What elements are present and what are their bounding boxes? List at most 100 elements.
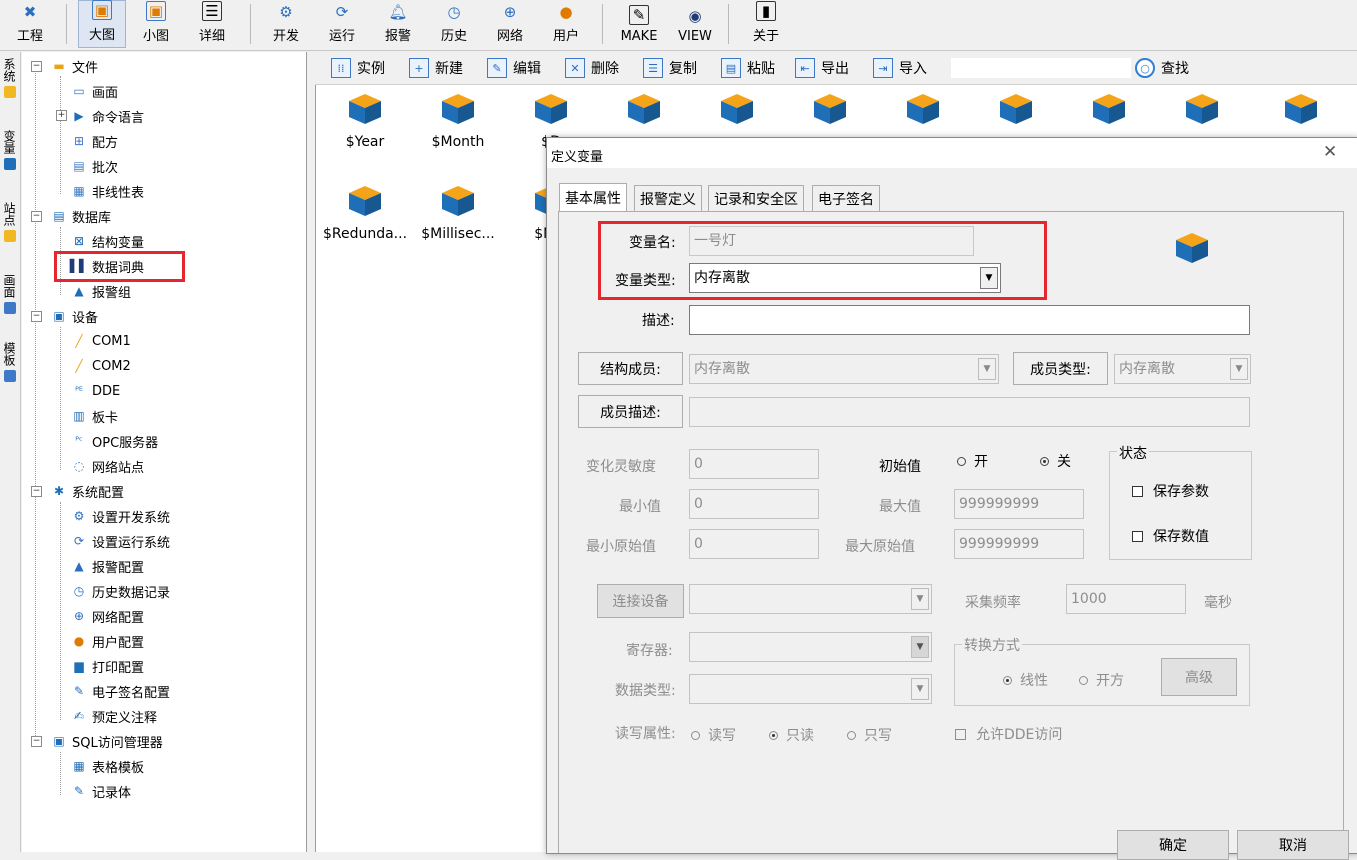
tree-item-struct-var[interactable]: ⊠ 结构变量 <box>70 230 144 252</box>
make-button[interactable]: ✎ MAKE <box>614 0 664 48</box>
vtab-station[interactable]: 站点 <box>1 202 18 272</box>
variable-item[interactable] <box>599 92 689 126</box>
history-button[interactable]: ◷ 历史 <box>432 0 476 48</box>
about-button[interactable]: ▮ 关于 <box>744 0 788 48</box>
device-select[interactable]: ▼ <box>689 584 932 614</box>
rw-readonly-radio[interactable]: 只读 <box>769 725 814 745</box>
allow-dde-checkbox[interactable]: 允许DDE访问 <box>955 724 1062 744</box>
tree-item-recipe[interactable]: ⊞ 配方 <box>70 130 118 152</box>
tree-item-net-station[interactable]: ◌ 网络站点 <box>70 455 144 477</box>
tab-record-security[interactable]: 记录和安全区 <box>708 185 804 211</box>
collapse-device[interactable]: − <box>31 311 42 322</box>
register-select[interactable]: ▼ <box>689 632 932 662</box>
tree-item-record[interactable]: ✎ 记录体 <box>70 780 131 802</box>
tree-sql[interactable]: ▣ SQL访问管理器 <box>50 730 162 752</box>
variable-redundant[interactable]: $Redunda... <box>320 184 410 242</box>
save-value-checkbox[interactable]: 保存数值 <box>1132 526 1209 546</box>
rw-readwrite-radio[interactable]: 读写 <box>691 725 736 745</box>
connect-device-button[interactable]: 连接设备 <box>597 584 684 618</box>
paste-button[interactable]: ▤ 粘贴 <box>721 56 775 80</box>
view-button[interactable]: ◉ VIEW <box>672 0 718 48</box>
tree-item-network-config[interactable]: ⊕ 网络配置 <box>70 605 144 627</box>
collapse-database[interactable]: − <box>31 211 42 222</box>
tree-item-batch[interactable]: ▤ 批次 <box>70 155 118 177</box>
collapse-sysconfig[interactable]: − <box>31 486 42 497</box>
tree-item-nonlinear[interactable]: ▦ 非线性表 <box>70 180 144 202</box>
new-button[interactable]: + 新建 <box>409 56 463 80</box>
tree-sysconfig[interactable]: ✱ 系统配置 <box>50 480 124 502</box>
tree-item-screen[interactable]: ▭ 画面 <box>70 80 118 102</box>
rw-writeonly-radio[interactable]: 只写 <box>847 725 892 745</box>
tree-item-alarm-config[interactable]: ▲ 报警配置 <box>70 555 144 577</box>
tab-alarm[interactable]: 报警定义 <box>634 185 702 211</box>
collapse-sql[interactable]: − <box>31 736 42 747</box>
alarm-button[interactable]: 🔔︎ 报警 <box>376 0 420 48</box>
variable-item[interactable] <box>785 92 875 126</box>
tree-item-history-record[interactable]: ◷ 历史数据记录 <box>70 580 170 602</box>
tree-item-print-config[interactable]: ▆ 打印配置 <box>70 655 144 677</box>
tree-item-com2[interactable]: ╱ COM2 <box>70 355 130 377</box>
network-button[interactable]: ⊕ 网络 <box>488 0 532 48</box>
tree-item-opc[interactable]: ᴾᶜ OPC服务器 <box>70 430 158 452</box>
copy-button[interactable]: ☰ 复制 <box>643 56 697 80</box>
variable-item[interactable] <box>971 92 1061 126</box>
project-button[interactable]: ✖ 工程 <box>10 0 50 48</box>
tree-item-predefined-notes[interactable]: ✍ 预定义注释 <box>70 705 157 727</box>
linear-radio[interactable]: 线性 <box>1003 670 1048 690</box>
struct-member-select[interactable]: 内存离散 ▼ <box>689 354 999 384</box>
vtab-screen[interactable]: 画面 <box>1 274 18 338</box>
vtab-system[interactable]: 系统 <box>1 58 18 128</box>
variable-item[interactable] <box>1256 92 1346 126</box>
close-icon[interactable]: ✕ <box>1323 142 1337 162</box>
import-button[interactable]: ⇥ 导入 <box>873 56 927 80</box>
member-type-select[interactable]: 内存离散 ▼ <box>1114 354 1251 384</box>
tree-item-dde[interactable]: ᴾᴱ DDE <box>70 380 120 402</box>
tree-item-board[interactable]: ▥ 板卡 <box>70 405 118 427</box>
variable-item[interactable] <box>1064 92 1154 126</box>
initial-off-radio[interactable]: 关 <box>1040 451 1071 471</box>
tree-item-user-config[interactable]: ● 用户配置 <box>70 630 144 652</box>
sqrt-radio[interactable]: 开方 <box>1079 670 1124 690</box>
cancel-button[interactable]: 取消 <box>1237 830 1349 860</box>
save-param-checkbox[interactable]: 保存参数 <box>1132 481 1209 501</box>
data-type-select[interactable]: ▼ <box>689 674 932 704</box>
develop-button[interactable]: ⚙ 开发 <box>264 0 308 48</box>
user-button[interactable]: ● 用户 <box>544 0 588 48</box>
collapse-file[interactable]: − <box>31 61 42 72</box>
run-button[interactable]: ⟳ 运行 <box>320 0 364 48</box>
edit-button[interactable]: ✎ 编辑 <box>487 56 541 80</box>
tree-item-run-config[interactable]: ⟳ 设置运行系统 <box>70 530 170 552</box>
tree-item-esign-config[interactable]: ✎ 电子签名配置 <box>70 680 170 702</box>
large-icon-button[interactable]: ▣ 大图 <box>78 0 126 48</box>
instance-button[interactable]: ⁞⁞ 实例 <box>331 56 385 80</box>
detail-button[interactable]: ☰ 详细 <box>192 0 232 48</box>
ok-button[interactable]: 确定 <box>1117 830 1229 860</box>
variable-item[interactable] <box>692 92 782 126</box>
search-input[interactable] <box>951 58 1131 78</box>
vtab-variable[interactable]: 变量 <box>1 130 18 200</box>
tree-device[interactable]: ▣ 设备 <box>50 305 98 327</box>
delete-button[interactable]: ✕ 删除 <box>565 56 619 80</box>
tab-esign[interactable]: 电子签名 <box>812 185 880 211</box>
find-button[interactable]: ○ 查找 <box>1135 56 1189 80</box>
initial-on-radio[interactable]: 开 <box>957 451 988 471</box>
tree-item-alarm-group[interactable]: ▲ 报警组 <box>70 280 131 302</box>
tree-item-table-template[interactable]: ▦ 表格模板 <box>70 755 144 777</box>
tab-basic[interactable]: 基本属性 <box>559 183 627 212</box>
variable-year[interactable]: $Year <box>320 92 410 150</box>
tree-item-com1[interactable]: ╱ COM1 <box>70 330 130 352</box>
small-icon-button[interactable]: ▣ 小图 <box>136 0 176 48</box>
variable-millisecond[interactable]: $Millisec... <box>413 184 503 242</box>
variable-month[interactable]: $Month <box>413 92 503 150</box>
tree-item-command[interactable]: ▶ 命令语言 <box>70 105 144 127</box>
export-button[interactable]: ⇤ 导出 <box>795 56 849 80</box>
tree-database[interactable]: ▤ 数据库 <box>50 205 111 227</box>
vtab-template[interactable]: 模板 <box>1 342 18 412</box>
variable-item[interactable] <box>1157 92 1247 126</box>
tree-file[interactable]: ▬ 文件 <box>50 55 98 77</box>
description-input[interactable] <box>689 305 1250 335</box>
tree-item-dev-config[interactable]: ⚙ 设置开发系统 <box>70 505 170 527</box>
advanced-button[interactable]: 高级 <box>1161 658 1237 696</box>
variable-item[interactable] <box>878 92 968 126</box>
expand-command[interactable]: + <box>56 110 67 121</box>
